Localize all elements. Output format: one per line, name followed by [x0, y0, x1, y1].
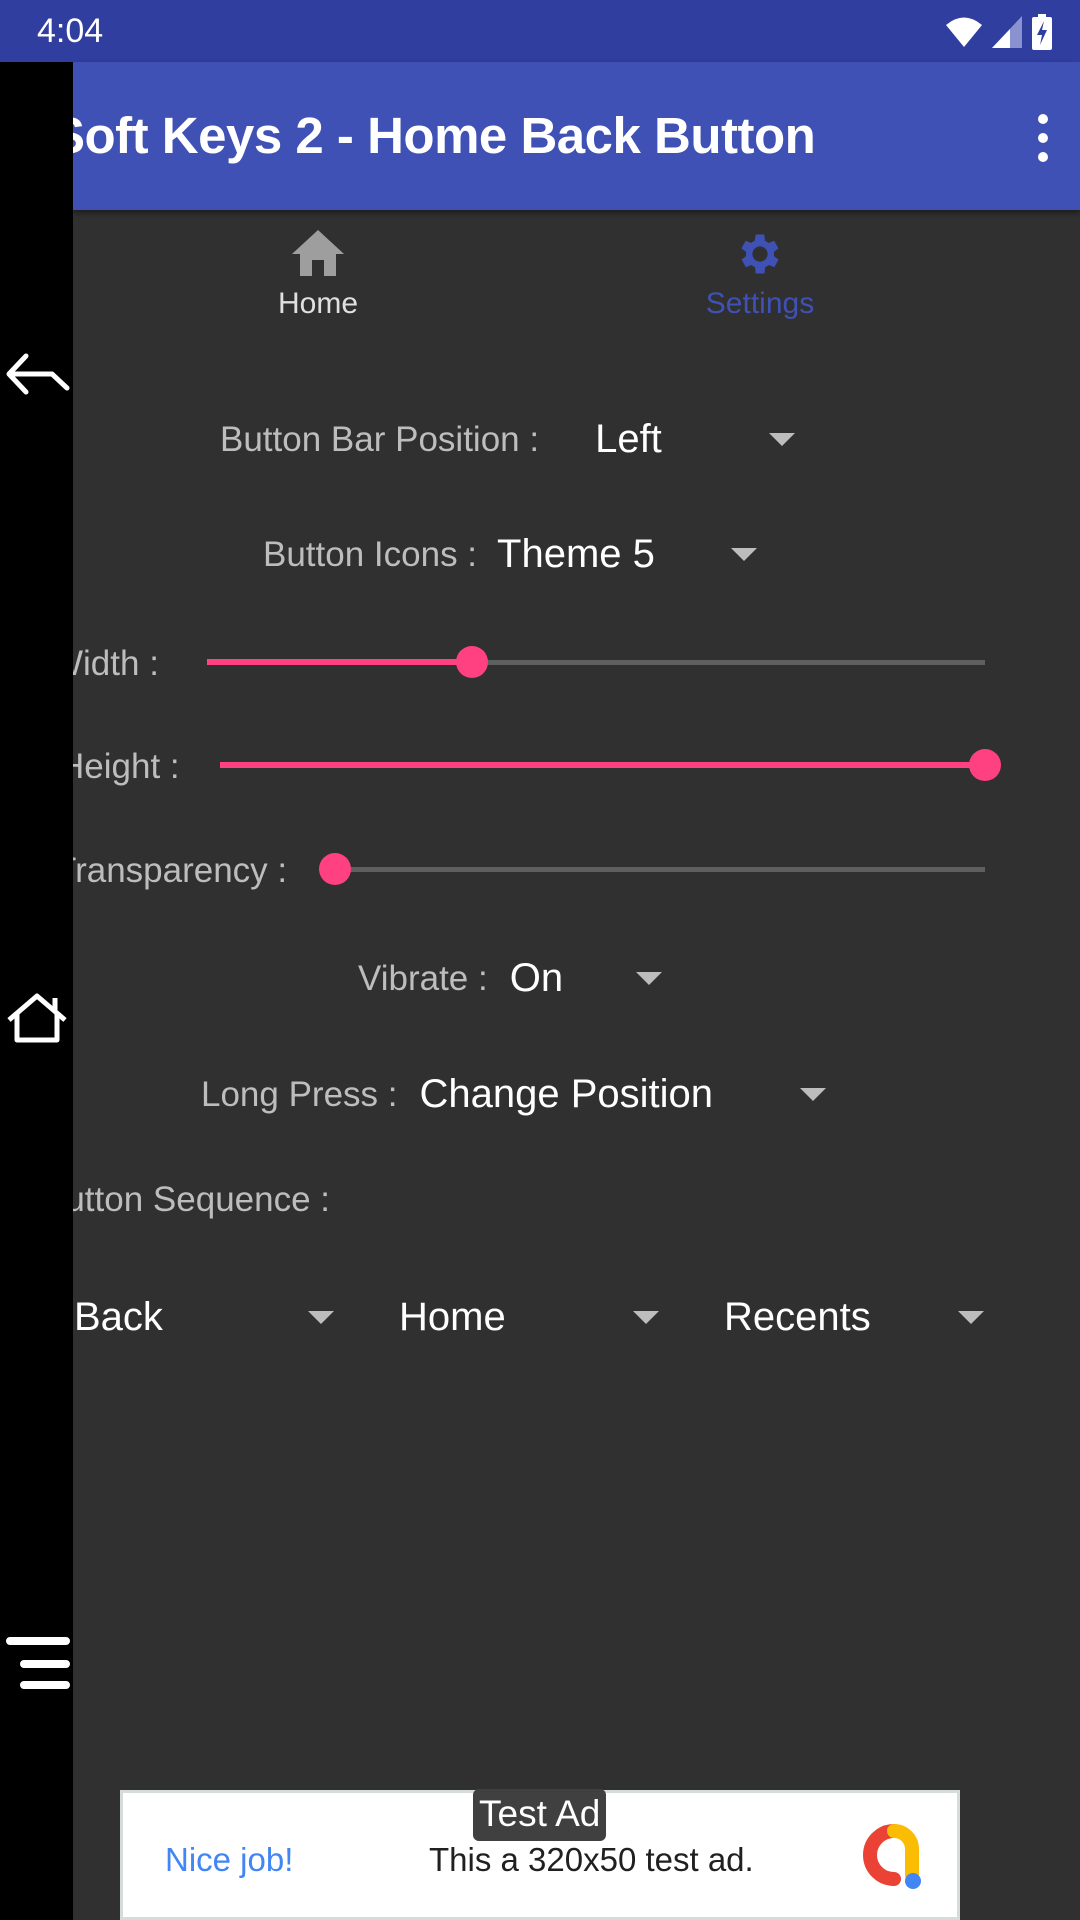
sequence-value-1: Back: [74, 1295, 163, 1339]
back-arrow-icon: [6, 353, 69, 395]
button-bar-position-row: Button Bar Position : Left: [220, 417, 796, 462]
home-icon: [292, 230, 344, 276]
chevron-down-icon: [799, 1088, 826, 1101]
height-slider[interactable]: [220, 747, 1001, 783]
button-bar-position-value: Left: [595, 417, 662, 461]
status-time: 4:04: [37, 12, 104, 50]
chevron-down-icon: [308, 1311, 334, 1324]
chevron-down-icon: [958, 1311, 984, 1324]
button-icons-row: Button Icons : Theme 5: [263, 532, 758, 577]
long-press-label: Long Press :: [201, 1074, 398, 1114]
status-bar: 4:04: [0, 0, 1080, 62]
long-press-value: Change Position: [419, 1072, 714, 1116]
chevron-down-icon: [635, 972, 662, 985]
tab-settings[interactable]: Settings: [610, 228, 910, 321]
width-row: Width :: [73, 644, 159, 684]
transparency-slider[interactable]: [319, 851, 985, 887]
chevron-down-icon: [633, 1311, 659, 1324]
button-icons-dropdown[interactable]: Theme 5: [497, 532, 758, 577]
gear-icon: [741, 234, 779, 274]
width-label: Width :: [73, 644, 159, 683]
sequence-dropdown-1[interactable]: Back: [74, 1295, 334, 1340]
test-ad-badge: Test Ad: [473, 1789, 607, 1841]
chevron-down-icon: [769, 433, 796, 446]
button-icons-value: Theme 5: [497, 532, 655, 576]
transparency-label: Transparency :: [73, 851, 288, 890]
battery-charging-icon: [1032, 14, 1052, 50]
status-icons: [946, 14, 1052, 50]
button-bar-position-dropdown[interactable]: Left: [595, 417, 796, 462]
app-title-text: Soft Keys 2 - Home Back Button: [73, 107, 816, 164]
slider-fill: [207, 659, 472, 665]
height-label: Height :: [73, 747, 180, 786]
vibrate-row: Vibrate : On: [358, 956, 662, 1001]
app-bar: Soft Keys 2 - Home Back Button: [73, 62, 1080, 210]
slider-thumb[interactable]: [969, 749, 1001, 781]
slider-thumb[interactable]: [455, 646, 488, 678]
more-vert-icon[interactable]: [1028, 114, 1058, 162]
sequence-dropdown-2[interactable]: Home: [399, 1295, 659, 1340]
button-sequence-row: Button Sequence :: [73, 1180, 330, 1220]
app-title: Soft Keys 2 - Home Back Button: [73, 106, 816, 165]
soft-key-recents-button[interactable]: [0, 1637, 73, 1689]
settings-content: Home Settings Button Bar Position : Left…: [73, 210, 1080, 1920]
button-sequence-label: Button Sequence :: [73, 1180, 330, 1219]
ad-body: This a 320x50 test ad.: [429, 1841, 754, 1878]
sequence-dropdown-3[interactable]: Recents: [724, 1295, 984, 1340]
sequence-value-2: Home: [399, 1295, 506, 1339]
tab-home-label: Home: [277, 287, 359, 320]
long-press-dropdown[interactable]: Change Position: [420, 1072, 826, 1117]
slider-thumb[interactable]: [319, 853, 351, 885]
slider-track: [335, 867, 985, 872]
vibrate-value: On: [509, 956, 564, 1000]
chevron-down-icon: [731, 548, 758, 561]
home-outline-icon: [6, 993, 67, 1043]
long-press-row: Long Press : Change Position: [201, 1072, 826, 1117]
soft-key-back-button[interactable]: [0, 352, 73, 398]
height-row: Height :: [73, 747, 180, 787]
ad-headline: Nice job!: [165, 1841, 294, 1878]
ad-banner[interactable]: Test Ad Nice job! This a 320x50 test ad.: [120, 1789, 960, 1920]
transparency-row: Transparency :: [73, 851, 287, 891]
sequence-value-3: Recents: [724, 1295, 871, 1339]
width-slider[interactable]: [207, 644, 985, 680]
slider-fill: [220, 762, 985, 768]
tab-home[interactable]: Home: [168, 230, 468, 321]
soft-key-bar: [0, 62, 73, 1920]
vibrate-dropdown[interactable]: On: [510, 956, 662, 1001]
cell-signal-icon: [992, 16, 1022, 48]
wifi-icon: [946, 17, 982, 47]
admob-logo-icon: [863, 1824, 921, 1889]
vibrate-label: Vibrate :: [358, 958, 488, 998]
button-bar-position-label: Button Bar Position :: [220, 419, 540, 459]
menu-lines-icon: [5, 1637, 70, 1689]
soft-key-home-button[interactable]: [0, 992, 73, 1044]
tab-settings-label: Settings: [705, 287, 815, 320]
button-icons-label: Button Icons :: [263, 534, 478, 574]
